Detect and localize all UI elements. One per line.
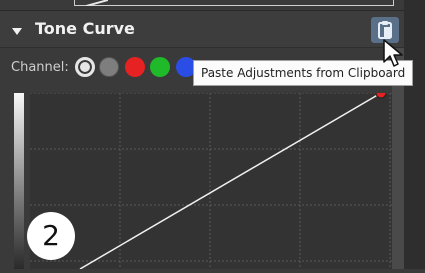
panel-title: Tone Curve [35, 19, 135, 38]
previous-panel-edge [0, 0, 425, 10]
curve-control-point[interactable] [375, 87, 387, 99]
input-gradient-bar [14, 93, 24, 269]
previous-panel-frame [74, 0, 394, 6]
step-number-badge: 2 [27, 212, 75, 260]
channel-red-swatch[interactable] [125, 57, 145, 77]
window-right-edge [404, 0, 425, 269]
tone-curve-graph[interactable] [30, 87, 392, 270]
tone-curve-line[interactable] [79, 92, 382, 270]
collapse-triangle-icon[interactable] [12, 28, 22, 35]
channel-label: Channel: [11, 60, 69, 75]
tone-curve-header[interactable]: Tone Curve [0, 10, 404, 48]
previous-panel-curve [86, 0, 108, 6]
channel-green-swatch[interactable] [150, 57, 170, 77]
channel-gray-swatch[interactable] [99, 57, 119, 77]
curve-canvas[interactable] [30, 87, 392, 270]
mouse-cursor-icon [383, 39, 403, 67]
channel-luminosity-swatch[interactable] [75, 57, 95, 77]
